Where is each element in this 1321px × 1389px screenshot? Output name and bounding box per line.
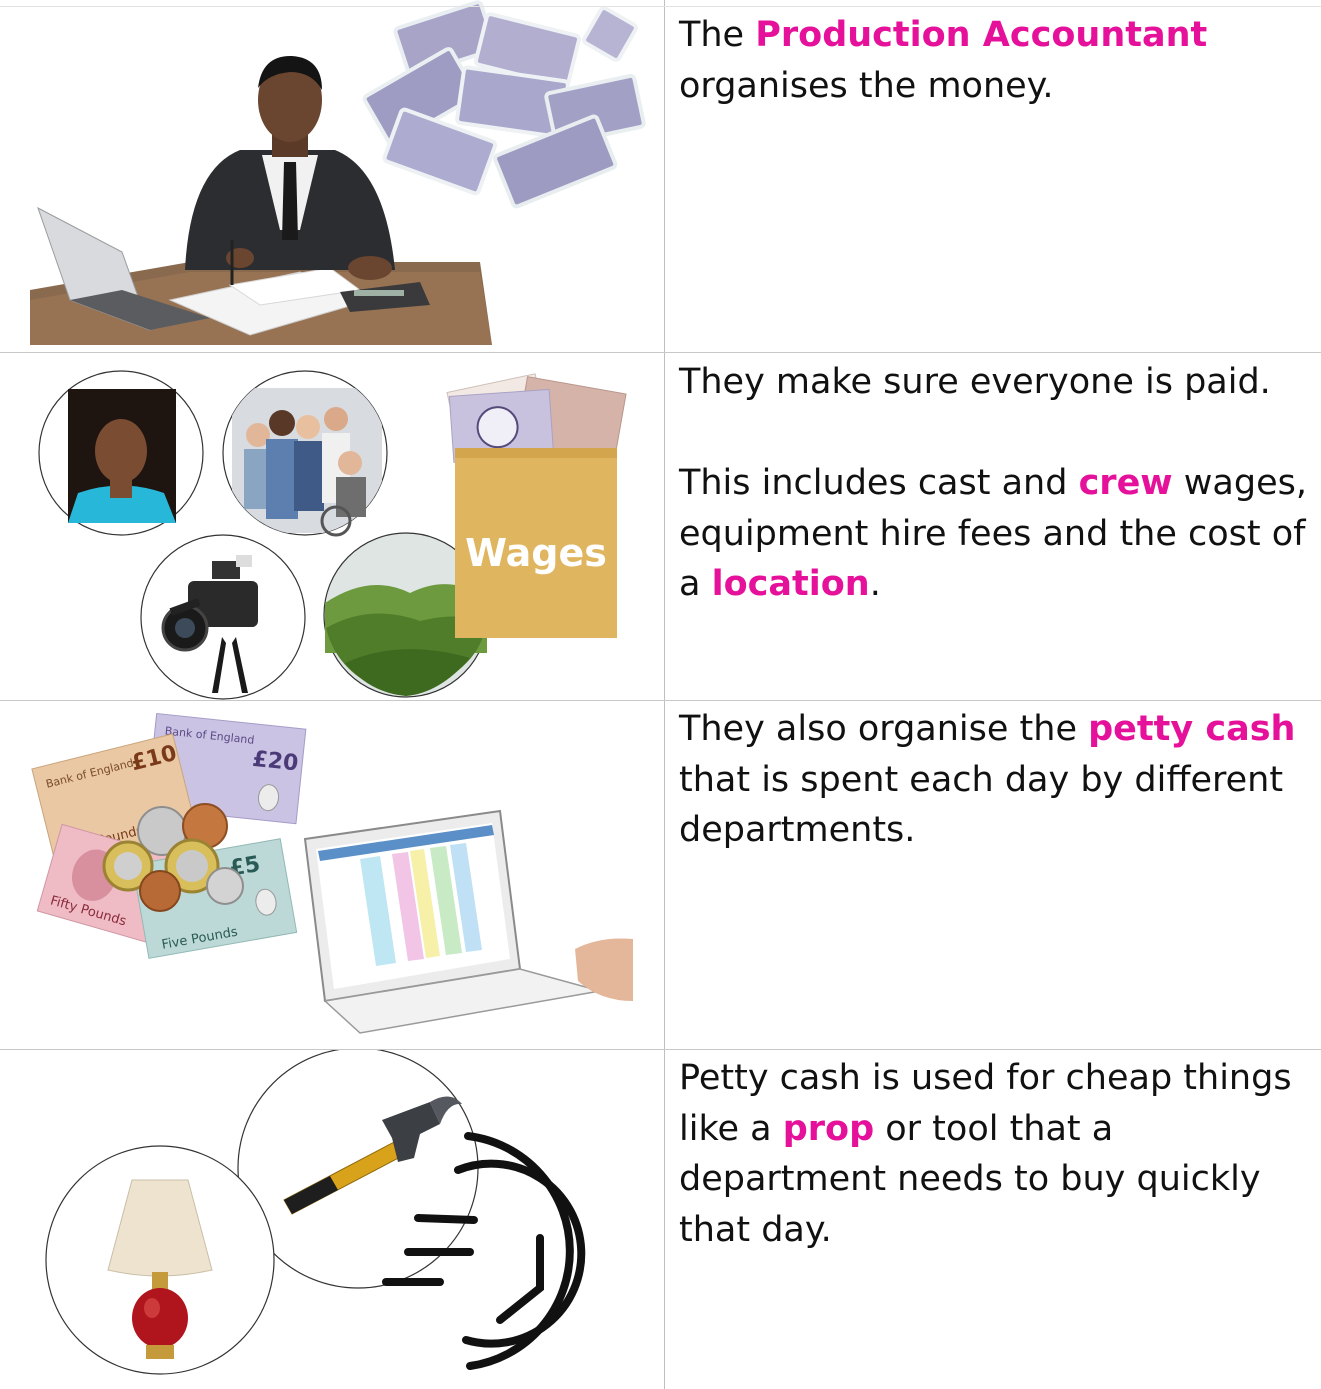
table-row: Petty cash is used for cheap things like… [0,1050,1321,1389]
paragraph: This includes cast and crew wages, equip… [679,458,1311,610]
keyword-location: location [711,564,870,604]
column-divider [664,0,665,1389]
table-row: The Production Accountant organises the … [0,0,1321,352]
row-divider [0,700,1321,701]
keyword-crew: crew [1078,463,1173,503]
row3-text: They also organise the petty cash that i… [679,704,1311,856]
text-run: . [869,564,881,604]
row1-text: The Production Accountant organises the … [679,10,1311,111]
text-cell: They also organise the petty cash that i… [664,701,1321,1049]
image-cell: Bank of England £20 Bank of England £10 … [0,701,664,1049]
row-divider [0,352,1321,353]
crew-group-icon [222,370,388,537]
table-row: £20 Wages They make sure everyone [0,353,1321,700]
text-run: They also organise the [679,709,1089,749]
text-run: organises the money. [679,65,1054,106]
row-divider [0,1049,1321,1050]
image-cell [0,0,664,352]
paragraph-spacer [679,408,1311,459]
text-run: This includes cast and [679,463,1079,503]
paragraph: Petty cash is used for cheap things like… [679,1053,1311,1255]
text-cell: Petty cash is used for cheap things like… [664,1050,1321,1389]
row2-text: They make sure everyone is paid. This in… [679,357,1311,610]
petty-cash-uses-illustration [45,1050,586,1375]
text-cell: They make sure everyone is paid. This in… [664,353,1321,700]
paragraph: The Production Accountant organises the … [679,10,1311,111]
table-lamp-icon [45,1145,275,1375]
keyword-production-accountant: Production Accountant [755,15,1208,55]
accountant-illustration [30,0,646,345]
text-cell: The Production Accountant organises the … [664,0,1321,352]
video-camera-icon [140,534,306,700]
text-run: that is spent each day by different depa… [679,759,1284,851]
note-value-twenty: £20 [251,747,299,777]
keyword-petty-cash: petty cash [1088,709,1296,749]
petty-cash-illustration: Bank of England £20 Bank of England £10 … [31,712,633,1034]
row4-text: Petty cash is used for cheap things like… [679,1053,1311,1255]
wages-envelope-icon: £20 Wages [446,373,627,638]
paragraph: They also organise the petty cash that i… [679,704,1311,856]
wages-label: Wages [465,531,607,575]
money-bundles-icon [362,0,646,209]
keyword-prop: prop [782,1108,875,1149]
row-divider [0,6,1321,7]
table-row: Bank of England £20 Bank of England £10 … [0,701,1321,1049]
laptop-spreadsheet-icon [303,809,633,1034]
accountant-icon [185,55,395,285]
content-table: The Production Accountant organises the … [0,0,1321,1389]
banknotes-and-coins-icon: Bank of England £20 Bank of England £10 … [31,712,307,959]
paragraph: They make sure everyone is paid. [679,362,1271,402]
image-cell [0,1050,664,1389]
image-cell: £20 Wages [0,353,664,700]
wages-illustration: £20 Wages [38,370,627,700]
text-run: The [679,15,756,55]
actress-portrait-icon [38,370,204,536]
